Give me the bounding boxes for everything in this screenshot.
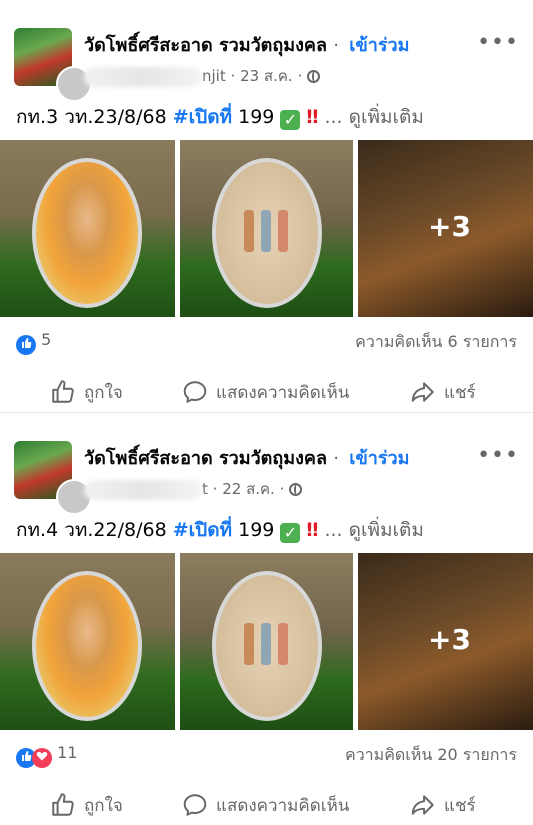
check-emoji: ✓ [280, 110, 301, 130]
double-exclamation-emoji: ‼ [306, 519, 319, 541]
photo-grid: +3 [0, 140, 533, 317]
separator: · [333, 35, 340, 56]
author-name-suffix[interactable]: njit [202, 67, 226, 85]
takrut-bars [244, 210, 300, 252]
see-more-link[interactable]: ... ดูเพิ่มเติม [324, 519, 423, 541]
meta-separator: · [279, 480, 285, 498]
more-photos-count[interactable]: +3 [428, 210, 471, 243]
group-name-label[interactable]: วัดโพธิ์ศรีสะอาด รวมวัตถุมงคล [84, 35, 327, 56]
double-exclamation-emoji: ‼ [306, 106, 319, 128]
photo-amulet-back[interactable] [180, 553, 353, 730]
caption-text: กท.4 วท.22/8/68 [16, 519, 167, 541]
caption-number: 199 [238, 519, 275, 541]
comment-button[interactable]: แสดงความคิดเห็น [182, 374, 349, 410]
author-name-suffix[interactable]: t [202, 480, 208, 498]
reaction-count: 11 [57, 743, 78, 762]
post-caption: กท.3 วท.23/8/68 #เปิดที่ 199 ✓ ‼ ... ดูเ… [16, 102, 424, 132]
author-name-redacted[interactable] [84, 66, 202, 87]
group-name-label[interactable]: วัดโพธิ์ศรีสะอาด รวมวัตถุมงคล [84, 448, 327, 469]
see-more-link[interactable]: ... ดูเพิ่มเติม [324, 106, 423, 128]
like-button[interactable]: ถูกใจ [50, 374, 123, 410]
share-label: แชร์ [444, 382, 476, 403]
share-button[interactable]: แชร์ [410, 374, 476, 410]
caption-text: กท.3 วท.23/8/68 [16, 106, 167, 128]
post-date[interactable]: 23 ส.ค. [240, 67, 293, 85]
reaction-summary[interactable]: 11 [16, 743, 77, 768]
separator: · [333, 448, 340, 469]
join-group-link[interactable]: เข้าร่วม [349, 448, 409, 469]
more-photos-count[interactable]: +3 [428, 623, 471, 656]
photo-grid: +3 [0, 553, 533, 730]
post-meta: t · 22 ส.ค. · [84, 477, 303, 501]
action-bar: ถูกใจ แสดงความคิดเห็น แชร์ [0, 787, 533, 823]
feed-post: วัดโพธิ์ศรีสะอาด รวมวัตถุมงคล · เข้าร่วม… [0, 0, 533, 412]
comment-button[interactable]: แสดงความคิดเห็น [182, 787, 349, 823]
globe-icon [307, 70, 321, 83]
like-button[interactable]: ถูกใจ [50, 787, 123, 823]
like-reaction-icon [16, 335, 36, 355]
post-meta: njit · 23 ส.ค. · [84, 64, 321, 88]
photo-amulet-back[interactable] [180, 140, 353, 317]
photo-ceremony[interactable]: +3 [358, 553, 533, 730]
comment-count-link[interactable]: ความคิดเห็น 6 รายการ [355, 330, 517, 355]
meta-separator: · [230, 67, 236, 85]
like-label: ถูกใจ [84, 382, 123, 403]
reaction-count: 5 [41, 330, 52, 349]
comment-label: แสดงความคิดเห็น [216, 795, 350, 816]
meta-separator: · [212, 480, 218, 498]
comment-count-link[interactable]: ความคิดเห็น 20 รายการ [345, 743, 517, 768]
reaction-summary[interactable]: 5 [16, 330, 51, 355]
group-name[interactable]: วัดโพธิ์ศรีสะอาด รวมวัตถุมงคล · เข้าร่วม [84, 30, 410, 59]
amulet-back-image [212, 158, 322, 308]
love-reaction-icon [32, 748, 52, 768]
takrut-bars [244, 623, 300, 665]
comment-label: แสดงความคิดเห็น [216, 382, 350, 403]
like-icon [52, 380, 74, 403]
globe-icon [289, 483, 303, 496]
photo-ceremony[interactable]: +3 [358, 140, 533, 317]
meta-separator: · [297, 67, 303, 85]
comment-icon [183, 794, 207, 816]
check-emoji: ✓ [280, 523, 301, 543]
author-name-redacted[interactable] [84, 479, 202, 500]
action-bar: ถูกใจ แสดงความคิดเห็น แชร์ [0, 374, 533, 410]
like-icon [52, 793, 74, 816]
photo-amulet-front[interactable] [0, 553, 175, 730]
post-date[interactable]: 22 ส.ค. [222, 480, 275, 498]
share-button[interactable]: แชร์ [410, 787, 476, 823]
post-caption: กท.4 วท.22/8/68 #เปิดที่ 199 ✓ ‼ ... ดูเ… [16, 515, 424, 545]
share-icon [411, 795, 434, 815]
join-group-link[interactable]: เข้าร่วม [349, 35, 409, 56]
hashtag-link[interactable]: #เปิดที่ [173, 519, 232, 541]
caption-number: 199 [238, 106, 275, 128]
amulet-image [32, 571, 142, 721]
post-header: วัดโพธิ์ศรีสะอาด รวมวัตถุมงคล · เข้าร่วม… [0, 18, 533, 102]
more-options-button[interactable]: ••• [477, 443, 519, 468]
photo-amulet-front[interactable] [0, 140, 175, 317]
share-icon [411, 382, 434, 402]
comment-icon [183, 381, 207, 403]
like-label: ถูกใจ [84, 795, 123, 816]
post-header: วัดโพธิ์ศรีสะอาด รวมวัตถุมงคล · เข้าร่วม… [0, 431, 533, 515]
hashtag-link[interactable]: #เปิดที่ [173, 106, 232, 128]
share-label: แชร์ [444, 795, 476, 816]
amulet-back-image [212, 571, 322, 721]
group-name[interactable]: วัดโพธิ์ศรีสะอาด รวมวัตถุมงคล · เข้าร่วม [84, 443, 410, 472]
amulet-image [32, 158, 142, 308]
more-options-button[interactable]: ••• [477, 30, 519, 55]
feed-post: วัดโพธิ์ศรีสะอาด รวมวัตถุมงคล · เข้าร่วม… [0, 412, 533, 825]
